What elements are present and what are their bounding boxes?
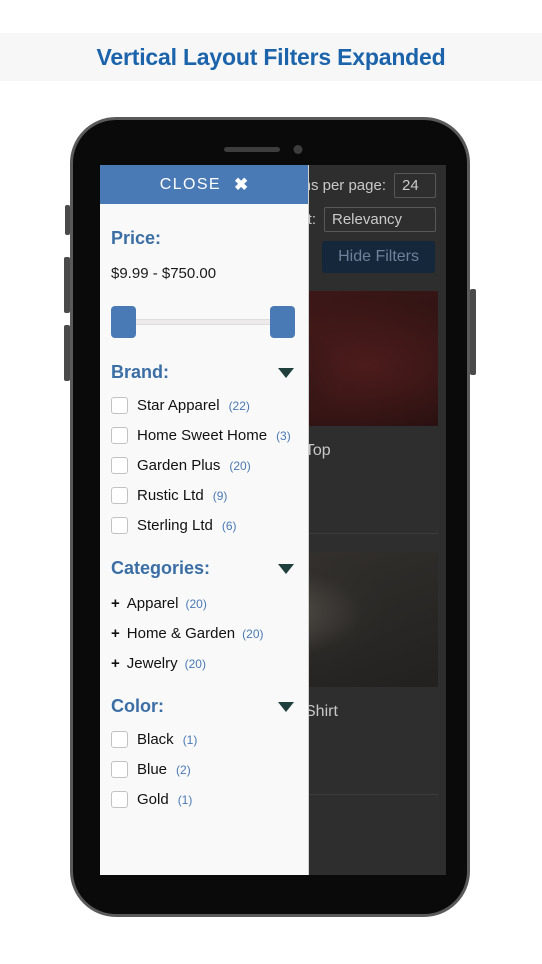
brand-checkbox[interactable] <box>111 487 128 504</box>
phone-power-button[interactable] <box>470 289 476 375</box>
hide-filters-button[interactable]: Hide Filters <box>322 241 435 273</box>
brand-label[interactable]: Rustic Ltd <box>137 487 204 504</box>
category-label[interactable]: Jewelry <box>127 655 178 672</box>
phone-speaker-grille <box>224 147 280 152</box>
page-title: Vertical Layout Filters Expanded <box>96 43 446 70</box>
sort-select[interactable]: Relevancy <box>324 207 436 232</box>
color-filter-item[interactable]: Black (1) <box>111 731 297 748</box>
price-slider-track[interactable] <box>111 319 295 325</box>
category-expand-plus-icon[interactable]: + <box>111 595 120 612</box>
category-expand-plus-icon[interactable]: + <box>111 655 120 672</box>
brand-count: (20) <box>229 458 251 473</box>
price-slider-min-handle[interactable] <box>111 306 136 338</box>
category-expand-plus-icon[interactable]: + <box>111 625 120 642</box>
brand-section-title: Brand: <box>111 362 169 382</box>
items-per-page-select[interactable]: 24 <box>394 173 436 198</box>
color-checkbox[interactable] <box>111 761 128 778</box>
color-section-title: Color: <box>111 696 164 716</box>
brand-caret-down-icon[interactable] <box>278 367 294 378</box>
color-label[interactable]: Gold <box>137 791 169 808</box>
page-title-banner: Vertical Layout Filters Expanded <box>0 33 542 81</box>
category-count: (20) <box>184 657 206 671</box>
color-count: (2) <box>176 762 191 777</box>
categories-filter-list: + Apparel (20) + Home & Garden (20) + Je… <box>111 595 297 672</box>
brand-filter-item[interactable]: Home Sweet Home (3) <box>111 427 297 444</box>
brand-filter-list: Star Apparel (22) Home Sweet Home (3) Ga… <box>111 397 297 534</box>
categories-section-header[interactable]: Categories: <box>111 558 297 579</box>
brand-filter-item[interactable]: Star Apparel (22) <box>111 397 297 414</box>
category-label[interactable]: Apparel <box>127 595 179 612</box>
categories-section-title: Categories: <box>111 558 211 578</box>
color-label[interactable]: Blue <box>137 761 167 778</box>
category-count: (20) <box>185 597 207 611</box>
price-slider-max-handle[interactable] <box>270 306 295 338</box>
category-filter-item[interactable]: + Jewelry (20) <box>111 655 297 672</box>
category-label[interactable]: Home & Garden <box>127 625 235 642</box>
brand-count: (9) <box>212 488 228 503</box>
close-drawer-label[interactable]: CLOSE <box>160 176 221 194</box>
brand-count: (6) <box>221 518 237 533</box>
phone-front-camera-icon <box>293 145 303 154</box>
brand-filter-item[interactable]: Sterling Ltd (6) <box>111 517 297 534</box>
category-filter-item[interactable]: + Home & Garden (20) <box>111 625 297 642</box>
color-count: (1) <box>182 732 198 747</box>
brand-filter-item[interactable]: Rustic Ltd (9) <box>111 487 297 504</box>
phone-body: Items per page: 24 Sort: Relevancy Hide … <box>70 117 470 917</box>
color-checkbox[interactable] <box>111 731 128 748</box>
brand-label[interactable]: Star Apparel <box>137 397 220 414</box>
filter-drawer-body: Price: $9.99 - $750.00 Brand: Star Appar… <box>100 228 308 808</box>
color-filter-list: Black (1) Blue (2) Gold (1) <box>111 731 297 808</box>
color-filter-item[interactable]: Gold (1) <box>111 791 297 808</box>
price-section-header: Price: <box>111 228 297 249</box>
color-checkbox[interactable] <box>111 791 128 808</box>
brand-checkbox[interactable] <box>111 397 128 414</box>
brand-checkbox[interactable] <box>111 517 128 534</box>
color-filter-item[interactable]: Blue (2) <box>111 761 297 778</box>
categories-caret-down-icon[interactable] <box>278 563 294 574</box>
brand-filter-item[interactable]: Garden Plus (20) <box>111 457 297 474</box>
close-x-icon[interactable]: ✖ <box>234 176 248 193</box>
filter-drawer-header[interactable]: CLOSE ✖ <box>100 165 308 204</box>
price-range-value: $9.99 - $750.00 <box>111 265 217 282</box>
filter-drawer: CLOSE ✖ Price: $9.99 - $750.00 Brand: St… <box>100 165 309 875</box>
color-caret-down-icon[interactable] <box>278 701 294 712</box>
category-count: (20) <box>242 627 264 641</box>
price-section-title: Price: <box>111 228 162 248</box>
color-label[interactable]: Black <box>137 731 174 748</box>
phone-screen: Items per page: 24 Sort: Relevancy Hide … <box>100 165 446 875</box>
brand-section-header[interactable]: Brand: <box>111 362 297 383</box>
brand-count: (22) <box>228 398 250 413</box>
brand-label[interactable]: Garden Plus <box>137 457 220 474</box>
category-filter-item[interactable]: + Apparel (20) <box>111 595 297 612</box>
color-section-header[interactable]: Color: <box>111 696 297 717</box>
brand-label[interactable]: Sterling Ltd <box>137 517 213 534</box>
color-count: (1) <box>177 792 193 807</box>
brand-count: (3) <box>276 428 291 443</box>
phone-mockup: Items per page: 24 Sort: Relevancy Hide … <box>64 117 476 917</box>
brand-checkbox[interactable] <box>111 457 128 474</box>
price-range-slider[interactable] <box>111 306 295 338</box>
brand-label[interactable]: Home Sweet Home <box>137 427 267 444</box>
brand-checkbox[interactable] <box>111 427 128 444</box>
